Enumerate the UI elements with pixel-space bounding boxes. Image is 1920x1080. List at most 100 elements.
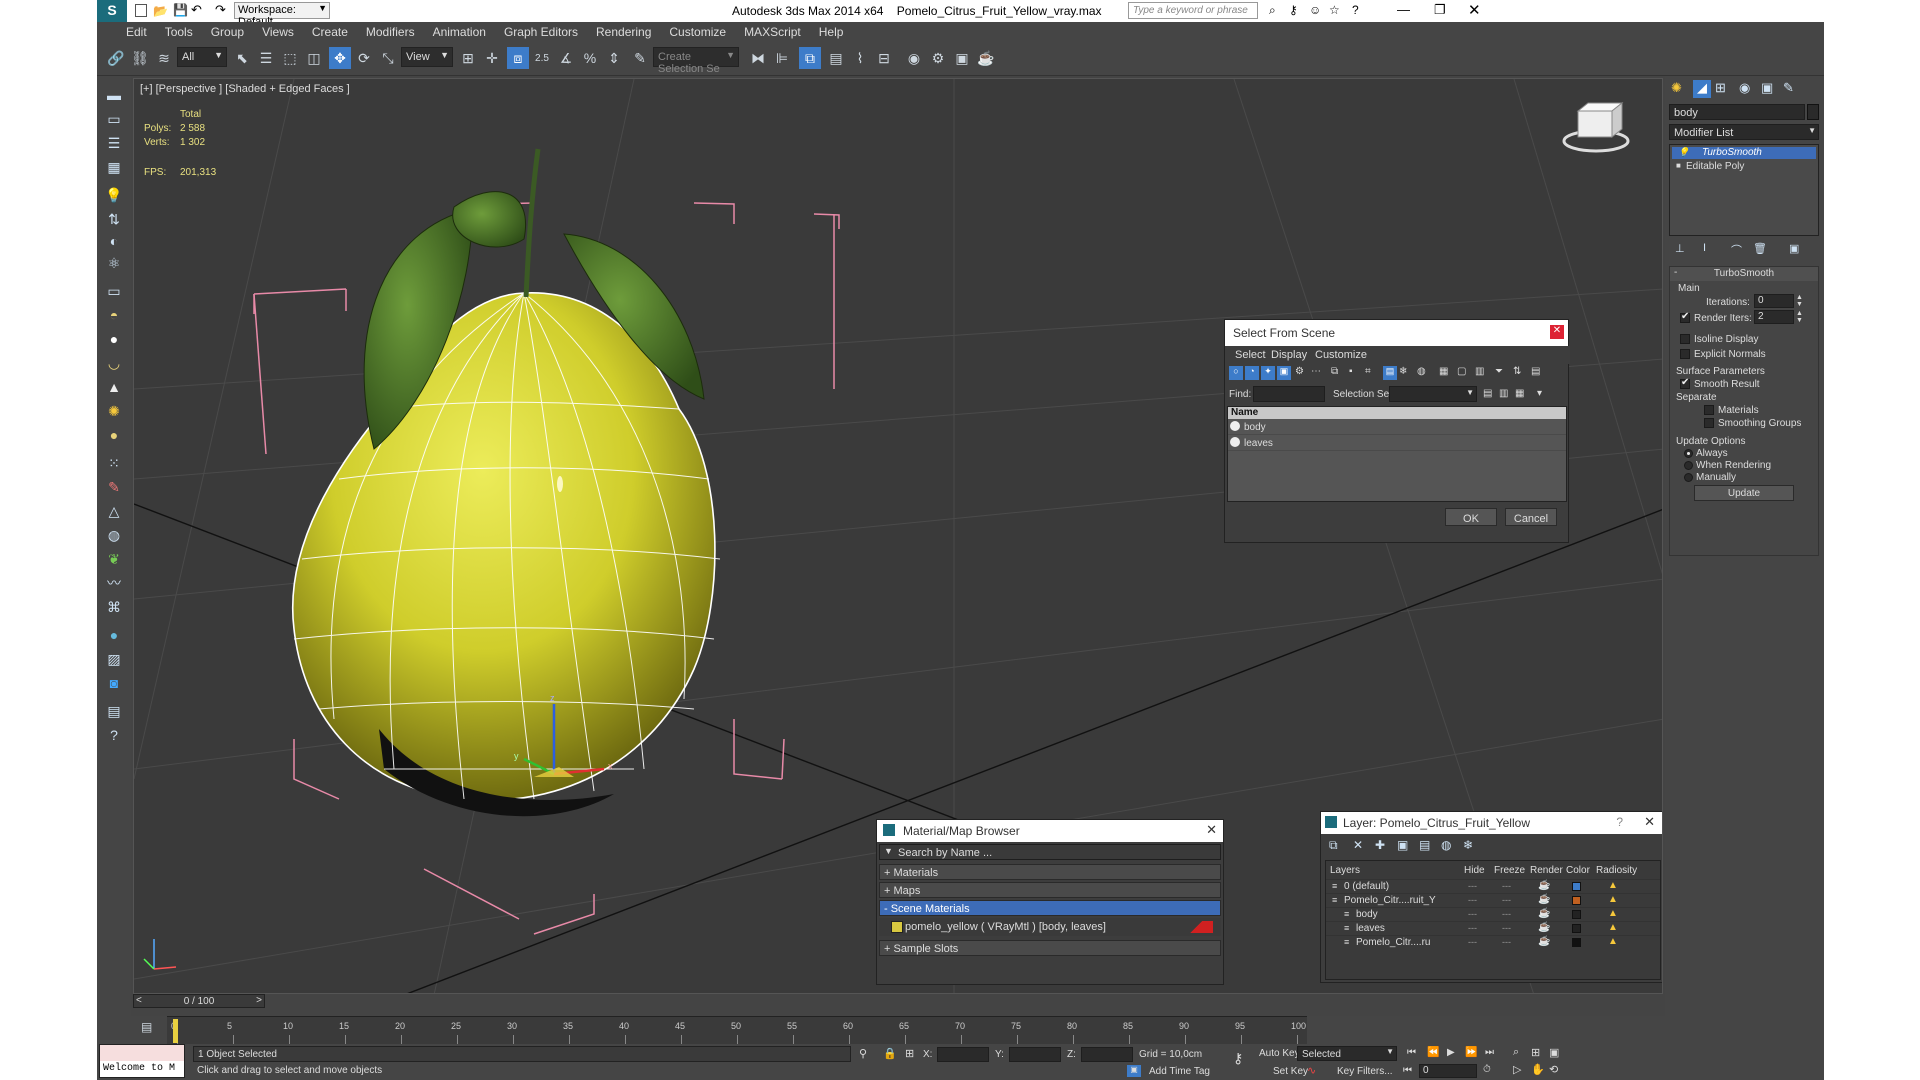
select-layer-objects-icon[interactable]: ▣ xyxy=(1397,838,1408,852)
graphite-ribbon-icon[interactable]: ▤ xyxy=(825,47,847,69)
display-bones-icon[interactable]: ⌗ xyxy=(1365,366,1371,377)
select-dialog-menu-select[interactable]: Select xyxy=(1235,349,1266,361)
hide-toggle[interactable]: --- xyxy=(1468,895,1477,905)
time-slider-prev-icon[interactable]: < xyxy=(136,995,142,1006)
radiosity-icon[interactable]: ▲ xyxy=(1608,880,1618,891)
paint-icon[interactable]: ✎ xyxy=(103,476,125,498)
maxscript-listener[interactable]: Welcome to M xyxy=(99,1044,185,1078)
play-icon[interactable]: ▶ xyxy=(1447,1047,1455,1058)
explicit-normals-checkbox[interactable] xyxy=(1680,349,1690,359)
box-icon[interactable]: ▭ xyxy=(103,280,125,302)
new-layer-icon[interactable]: ⧉ xyxy=(1329,838,1338,853)
filter-icon[interactable]: ⏷ xyxy=(1495,366,1503,377)
freeze-toggle[interactable]: --- xyxy=(1502,909,1511,919)
create-tab-icon[interactable]: ✺ xyxy=(1671,80,1682,96)
update-when-rendering-radio[interactable] xyxy=(1684,461,1693,470)
menu-item-customize[interactable]: Customize xyxy=(660,22,735,42)
ball-icon[interactable]: ● xyxy=(103,424,125,446)
material-browser-title-bar[interactable]: Material/Map Browser ✕ xyxy=(877,820,1223,842)
selection-set-combo[interactable]: ▼ xyxy=(1389,386,1477,402)
quick-access-save-icon[interactable]: 💾 xyxy=(173,3,188,17)
options-icon[interactable]: ▤ xyxy=(1531,366,1540,377)
dialog-options-icon[interactable]: ▾ xyxy=(1537,388,1542,399)
select-by-name-icon[interactable]: ☰ xyxy=(255,47,277,69)
display-cameras-icon[interactable]: ▣ xyxy=(1277,366,1291,380)
pin-stack-icon[interactable]: ⊥ xyxy=(1675,242,1685,255)
key-icon[interactable]: ⚷ xyxy=(1289,3,1298,17)
bind-spacewarp-icon[interactable]: ≋ xyxy=(153,47,175,69)
spinner-arrows-icon[interactable]: ▲ ▼ xyxy=(1796,294,1803,308)
display-helpers-icon[interactable]: ⚙ xyxy=(1295,366,1304,377)
display-invert-icon[interactable]: ▥ xyxy=(1475,366,1484,377)
track-bar-filter-icon[interactable]: ▤ xyxy=(141,1020,152,1034)
motion-tab-icon[interactable]: ◉ xyxy=(1739,80,1750,96)
save-selection-icon[interactable]: ▤ xyxy=(1483,388,1492,399)
table-row[interactable]: ≡ body --- --- ☕ ▲ xyxy=(1326,907,1660,921)
menu-item-edit[interactable]: Edit xyxy=(117,22,156,42)
snaps-toggle-icon[interactable]: 2.5 xyxy=(531,47,553,69)
menu-item-views[interactable]: Views xyxy=(253,22,303,42)
window-crossing-icon[interactable]: ◫ xyxy=(303,47,325,69)
freeze-toggle[interactable]: --- xyxy=(1502,895,1511,905)
pan-icon[interactable]: ✋ xyxy=(1531,1063,1545,1076)
edit-selection-icon[interactable]: ▦ xyxy=(1515,388,1524,399)
viewcube[interactable] xyxy=(1562,101,1630,153)
rectangular-selection-icon[interactable]: ⬚ xyxy=(279,47,301,69)
menu-item-tools[interactable]: Tools xyxy=(156,22,202,42)
teapot-icon[interactable]: ☕ xyxy=(1538,922,1550,933)
y-coord-field[interactable] xyxy=(1009,1047,1061,1062)
helpers-icon[interactable]: ⇅ xyxy=(103,208,125,230)
menu-item-modifiers[interactable]: Modifiers xyxy=(357,22,424,42)
z-coord-field[interactable] xyxy=(1081,1047,1133,1062)
spacewarps-icon[interactable]: ◐ xyxy=(103,230,125,252)
sort-icon[interactable]: ⇅ xyxy=(1513,366,1521,377)
cancel-button[interactable]: Cancel xyxy=(1505,508,1557,526)
radiosity-icon[interactable]: ▲ xyxy=(1608,894,1618,905)
cloth-icon[interactable]: ⌘ xyxy=(103,596,125,618)
teapot-icon[interactable]: ☕ xyxy=(1538,880,1550,891)
display-tab-icon[interactable]: ▣ xyxy=(1761,80,1773,96)
selection-filter-combo[interactable]: All ▼ xyxy=(177,47,227,67)
menu-item-rendering[interactable]: Rendering xyxy=(587,22,660,42)
time-slider[interactable]: < 0 / 100 > xyxy=(133,994,265,1008)
menu-item-group[interactable]: Group xyxy=(202,22,253,42)
layer-color-swatch[interactable] xyxy=(1572,938,1581,947)
freeze-toggle[interactable]: --- xyxy=(1502,937,1511,947)
sample-slots-group[interactable]: + Sample Slots xyxy=(879,940,1221,956)
align-icon[interactable]: ⊫ xyxy=(771,47,793,69)
pomelo-fruit[interactable] xyxy=(292,292,721,817)
sun-icon[interactable]: ✺ xyxy=(103,400,125,422)
object-list[interactable]: Name body leaves xyxy=(1227,406,1567,502)
zoom-icon[interactable]: ⌕ xyxy=(1513,1046,1519,1059)
light-bulb-icon[interactable]: 💡 xyxy=(103,184,125,206)
selection-lock-icon[interactable]: 🔒 xyxy=(883,1047,897,1060)
separate-materials-checkbox[interactable] xyxy=(1704,405,1714,415)
spinner-arrows-icon[interactable]: ▲ ▼ xyxy=(1796,310,1803,324)
freeze-toggle[interactable]: --- xyxy=(1502,923,1511,933)
material-editor-icon[interactable]: ◉ xyxy=(903,47,925,69)
spinner-snap-icon[interactable]: ⇕ xyxy=(603,47,625,69)
smooth-result-checkbox[interactable] xyxy=(1680,377,1690,389)
select-and-move-icon[interactable]: ✥ xyxy=(329,47,351,69)
viewport-label[interactable]: [+] [Perspective ] [Shaded + Edged Faces… xyxy=(140,83,350,95)
make-unique-icon[interactable]: ⌒ xyxy=(1731,242,1742,258)
list-item[interactable]: body xyxy=(1228,419,1566,435)
expand-icon[interactable]: ■ xyxy=(1676,161,1681,170)
material-search-input[interactable]: ▼ Search by Name ... xyxy=(879,844,1221,860)
freeze-all-layers-icon[interactable]: ❄ xyxy=(1463,838,1473,852)
find-input[interactable] xyxy=(1253,386,1325,402)
layer-header-radiosity[interactable]: Radiosity xyxy=(1596,865,1637,876)
edit-named-selection-icon[interactable]: ✎ xyxy=(629,47,651,69)
grid-icon[interactable]: ▦ xyxy=(103,156,125,178)
quick-access-new-icon[interactable] xyxy=(135,4,147,17)
select-dialog-title-bar[interactable]: Select From Scene ✕ xyxy=(1225,320,1568,346)
maximize-icon[interactable]: ❐ xyxy=(1434,2,1446,18)
app-logo-icon[interactable]: S xyxy=(97,0,127,22)
percent-snap-icon[interactable]: % xyxy=(579,47,601,69)
display-lights-icon[interactable]: ✦ xyxy=(1261,366,1275,380)
display-hidden-icon[interactable]: ◍ xyxy=(1417,366,1426,377)
close-icon[interactable]: ✕ xyxy=(1468,1,1481,19)
highlight-layer-icon[interactable]: ▤ xyxy=(1419,838,1430,852)
current-frame-field[interactable]: 0 xyxy=(1419,1064,1477,1078)
stack-item-turbosmooth[interactable]: 💡 TurboSmooth xyxy=(1672,147,1816,159)
